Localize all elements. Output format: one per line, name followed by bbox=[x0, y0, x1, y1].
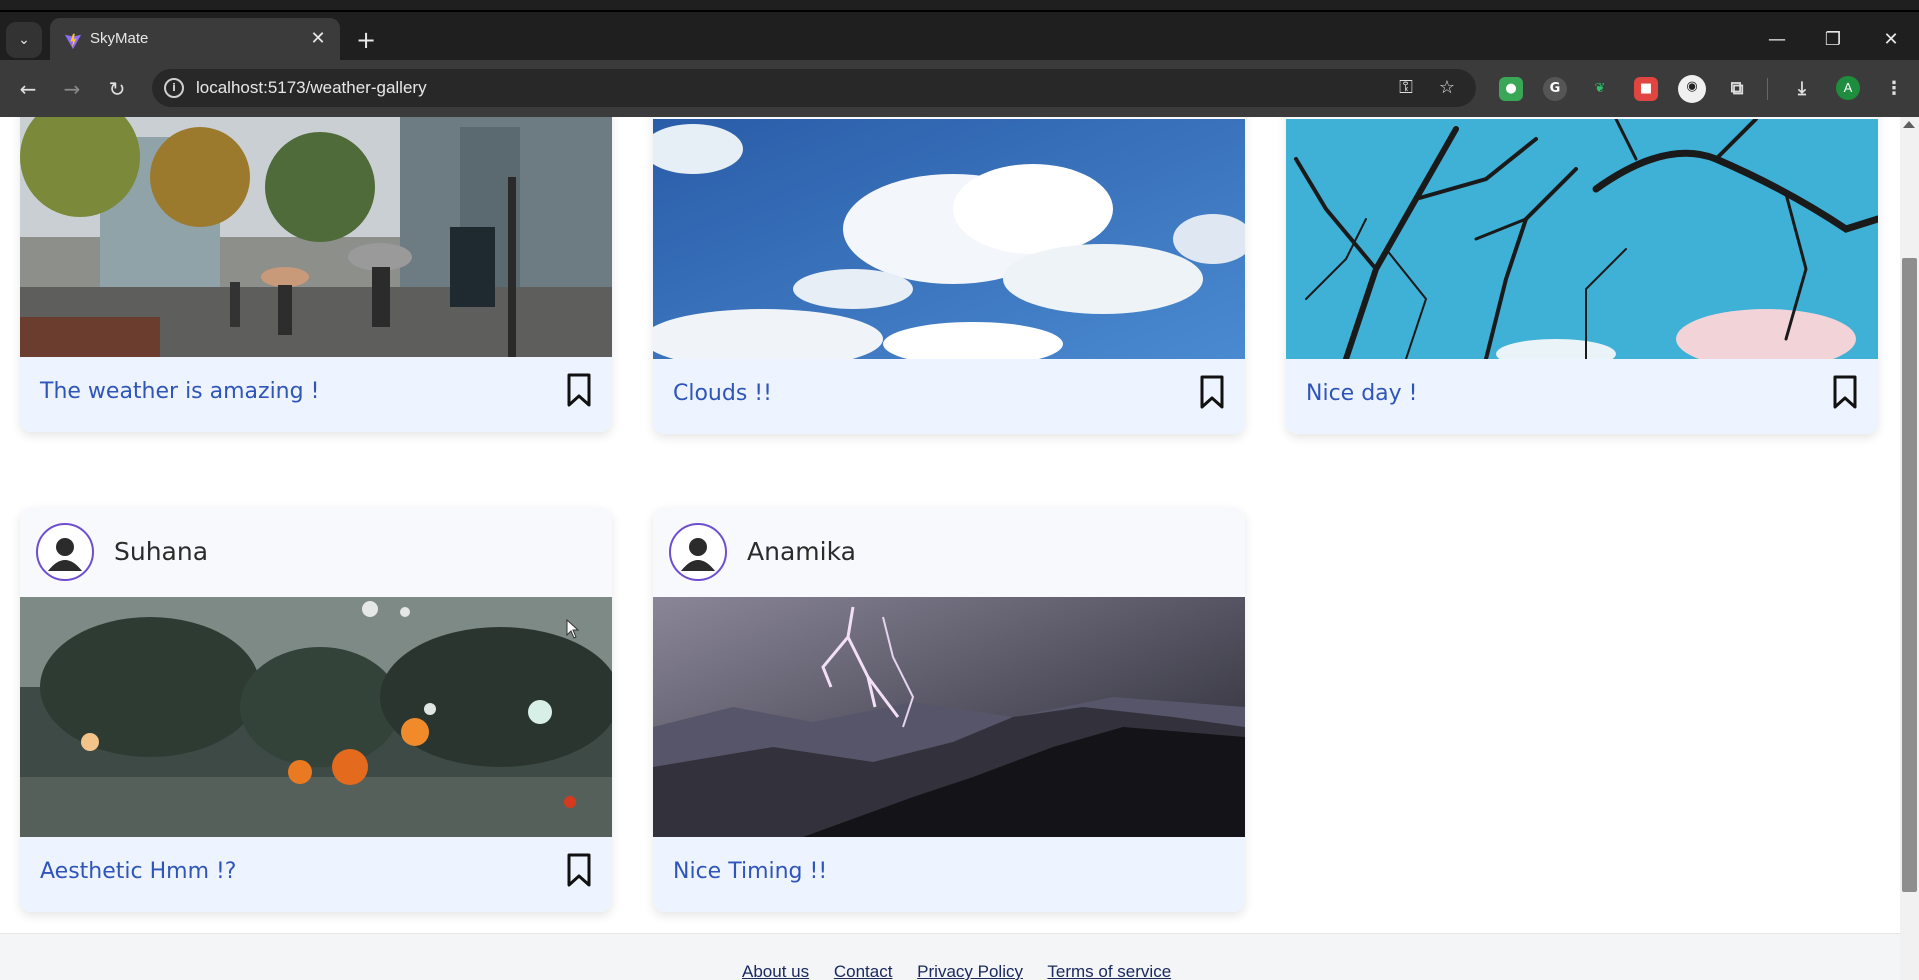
bookmark-star-icon[interactable]: ☆ bbox=[1436, 77, 1458, 99]
browser-chrome: ⌄ SkyMate ✕ + — ❐ ✕ ← → ↻ i localhost:51… bbox=[0, 0, 1919, 117]
gallery-card: Suhana Aesthetic Hmm !? bbox=[20, 507, 612, 912]
browser-menu-icon[interactable]: ⋮ bbox=[1882, 77, 1906, 101]
scrollbar-thumb[interactable] bbox=[1902, 258, 1917, 892]
gallery-card: The weather is amazing ! bbox=[20, 117, 612, 432]
minimize-window-icon[interactable]: — bbox=[1754, 22, 1800, 58]
footer-link-about[interactable]: About us bbox=[742, 962, 809, 980]
address-url[interactable]: localhost:5173/weather-gallery bbox=[196, 78, 427, 98]
forward-arrow-icon[interactable]: → bbox=[57, 74, 87, 104]
card-image[interactable] bbox=[20, 597, 612, 837]
gallery-card: Nice day ! bbox=[1286, 117, 1878, 434]
card-caption: Nice day ! bbox=[1306, 381, 1418, 406]
card-username: Suhana bbox=[114, 537, 209, 566]
card-image[interactable] bbox=[20, 117, 612, 357]
back-arrow-icon[interactable]: ← bbox=[13, 74, 43, 104]
bookmark-icon[interactable] bbox=[566, 853, 592, 887]
page-viewport: The weather is amazing ! Clouds !! Nice … bbox=[0, 117, 1900, 980]
browser-toolbar: ← → ↻ i localhost:5173/weather-gallery ⚿… bbox=[0, 60, 1919, 117]
card-footer: Nice Timing !! bbox=[653, 837, 1245, 912]
extension-grammarly-icon[interactable]: G bbox=[1543, 77, 1567, 101]
card-footer: Clouds !! bbox=[653, 359, 1245, 434]
new-tab-button[interactable]: + bbox=[352, 26, 380, 54]
bookmark-icon[interactable] bbox=[1832, 375, 1858, 409]
close-tab-icon[interactable]: ✕ bbox=[306, 27, 330, 51]
extension-spy-icon[interactable]: ◉ bbox=[1678, 75, 1706, 103]
tab-title: SkyMate bbox=[90, 30, 149, 47]
downloads-icon[interactable]: ⤓ bbox=[1790, 77, 1814, 101]
footer-link-terms[interactable]: Terms of service bbox=[1047, 962, 1171, 980]
card-footer: Aesthetic Hmm !? bbox=[20, 837, 612, 912]
card-image[interactable] bbox=[653, 597, 1245, 837]
card-image[interactable] bbox=[653, 119, 1245, 359]
site-footer: About us Contact Privacy Policy Terms of… bbox=[0, 933, 1900, 980]
card-caption: Aesthetic Hmm !? bbox=[40, 859, 237, 884]
card-caption: Clouds !! bbox=[673, 381, 772, 406]
tab-search-button[interactable]: ⌄ bbox=[6, 22, 42, 58]
user-avatar-icon[interactable] bbox=[36, 523, 94, 581]
reload-icon[interactable]: ↻ bbox=[102, 74, 132, 104]
footer-links: About us Contact Privacy Policy Terms of… bbox=[742, 962, 1191, 980]
card-image[interactable] bbox=[1286, 119, 1878, 359]
card-caption: The weather is amazing ! bbox=[40, 379, 320, 404]
close-window-icon[interactable]: ✕ bbox=[1868, 22, 1914, 58]
bookmark-icon[interactable] bbox=[1199, 375, 1225, 409]
card-header: Suhana bbox=[20, 507, 612, 597]
footer-link-privacy[interactable]: Privacy Policy bbox=[917, 962, 1023, 980]
extensions-puzzle-icon[interactable]: ⧉ bbox=[1725, 77, 1749, 101]
footer-link-contact[interactable]: Contact bbox=[834, 962, 893, 980]
active-tab[interactable]: SkyMate ✕ bbox=[50, 18, 340, 62]
address-bar[interactable]: i localhost:5173/weather-gallery ⚿ ☆ bbox=[152, 69, 1476, 107]
card-username: Anamika bbox=[747, 537, 856, 566]
scroll-up-arrow-icon[interactable] bbox=[1903, 121, 1915, 128]
bookmark-icon[interactable] bbox=[566, 373, 592, 407]
card-caption: Nice Timing !! bbox=[673, 859, 828, 884]
mouse-cursor-icon bbox=[566, 619, 580, 639]
card-footer: The weather is amazing ! bbox=[20, 357, 612, 432]
extension-leaf-icon[interactable]: ❦ bbox=[1588, 77, 1612, 101]
restore-window-icon[interactable]: ❐ bbox=[1810, 22, 1856, 58]
extension-red-icon[interactable]: ■ bbox=[1634, 77, 1658, 101]
toolbar-divider bbox=[1767, 78, 1768, 100]
extension-robot-icon[interactable]: ● bbox=[1499, 77, 1523, 101]
gallery-card: Anamika Nice Timing !! bbox=[653, 507, 1245, 912]
profile-avatar[interactable]: A bbox=[1836, 76, 1860, 100]
card-header: Anamika bbox=[653, 507, 1245, 597]
vite-favicon-icon bbox=[64, 33, 82, 50]
gallery-card: Clouds !! bbox=[653, 117, 1245, 434]
password-key-icon[interactable]: ⚿ bbox=[1395, 77, 1417, 99]
site-info-icon[interactable]: i bbox=[164, 78, 184, 98]
user-avatar-icon[interactable] bbox=[669, 523, 727, 581]
tab-strip: ⌄ SkyMate ✕ + — ❐ ✕ bbox=[0, 10, 1919, 62]
card-footer: Nice day ! bbox=[1286, 359, 1878, 434]
